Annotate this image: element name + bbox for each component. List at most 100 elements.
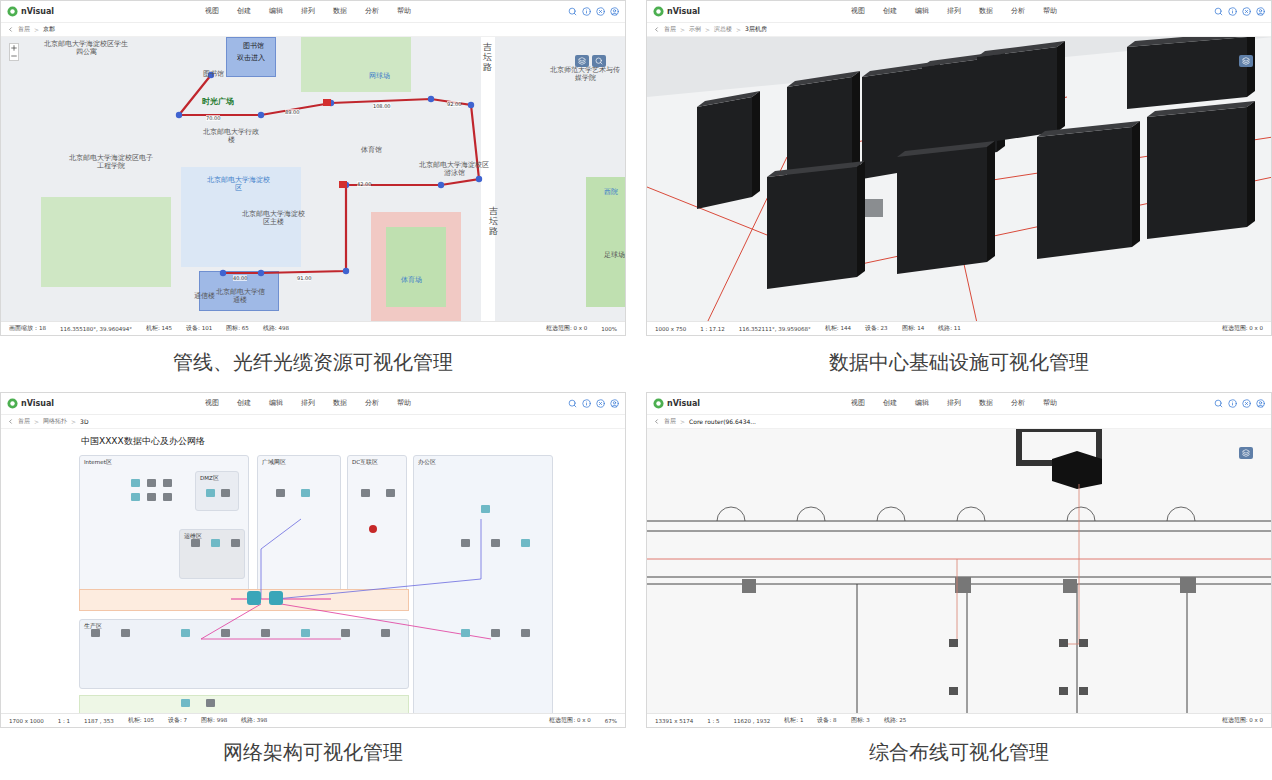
logo[interactable]: nVisual bbox=[653, 398, 843, 409]
menu-item[interactable]: 数据 bbox=[333, 399, 347, 408]
menu-item[interactable]: 视图 bbox=[851, 7, 865, 16]
device-icon[interactable] bbox=[91, 629, 100, 637]
menu-item[interactable]: 分析 bbox=[365, 7, 379, 16]
menu-item[interactable]: 帮助 bbox=[1043, 7, 1057, 16]
logo[interactable]: nVisual bbox=[653, 6, 843, 17]
info-icon[interactable] bbox=[582, 7, 591, 16]
device-icon[interactable] bbox=[163, 479, 172, 487]
outlet-icon[interactable] bbox=[1079, 687, 1088, 695]
device-icon[interactable] bbox=[211, 539, 220, 547]
menu-item[interactable]: 编辑 bbox=[915, 399, 929, 408]
menu-item[interactable]: 编辑 bbox=[269, 7, 283, 16]
device-icon[interactable] bbox=[191, 539, 200, 547]
device-icon[interactable] bbox=[261, 629, 270, 637]
back-icon[interactable] bbox=[653, 418, 660, 425]
cabinet-icon[interactable] bbox=[742, 579, 756, 593]
network-zone[interactable]: DC互联区 bbox=[347, 455, 407, 595]
core-switch-icon[interactable] bbox=[247, 591, 261, 605]
back-icon[interactable] bbox=[7, 26, 14, 33]
menu-button[interactable] bbox=[1239, 447, 1253, 459]
menu-item[interactable]: 数据 bbox=[979, 399, 993, 408]
breadcrumb-item[interactable]: 网络拓扑 bbox=[43, 417, 67, 426]
menu-item[interactable]: 排列 bbox=[947, 399, 961, 408]
route-node[interactable] bbox=[176, 112, 182, 118]
device-icon[interactable] bbox=[147, 493, 156, 501]
network-zone[interactable]: 运维区 bbox=[179, 529, 245, 579]
manhole-icon[interactable] bbox=[339, 181, 347, 188]
outlet-icon[interactable] bbox=[949, 639, 958, 647]
info-icon[interactable] bbox=[1228, 7, 1237, 16]
breadcrumb-item[interactable]: 首层 bbox=[664, 417, 676, 426]
user-icon[interactable] bbox=[610, 7, 619, 16]
manhole-icon[interactable] bbox=[323, 99, 331, 106]
device-icon[interactable] bbox=[341, 629, 350, 637]
menu-item[interactable]: 帮助 bbox=[397, 399, 411, 408]
logo[interactable]: nVisual bbox=[7, 6, 197, 17]
route-node[interactable] bbox=[258, 270, 264, 276]
cabinet-icon[interactable] bbox=[1063, 579, 1077, 593]
user-icon[interactable] bbox=[1256, 399, 1265, 408]
device-icon[interactable] bbox=[147, 479, 156, 487]
device-icon[interactable] bbox=[301, 489, 310, 497]
breadcrumb-item[interactable]: 首层 bbox=[664, 25, 676, 34]
device-icon[interactable] bbox=[206, 699, 215, 707]
rack[interactable] bbox=[977, 41, 1065, 144]
rack[interactable] bbox=[767, 161, 865, 289]
breadcrumb-item[interactable]: 首层 bbox=[18, 417, 30, 426]
route-node[interactable] bbox=[258, 112, 264, 118]
menu-item[interactable]: 排列 bbox=[301, 7, 315, 16]
device-icon[interactable] bbox=[131, 479, 140, 487]
search-icon[interactable] bbox=[568, 7, 577, 16]
menu-item[interactable]: 帮助 bbox=[397, 7, 411, 16]
outlet-icon[interactable] bbox=[1059, 687, 1068, 695]
zoom-in-icon[interactable] bbox=[10, 44, 18, 52]
menu-item[interactable]: 编辑 bbox=[915, 7, 929, 16]
route-node[interactable] bbox=[343, 268, 349, 274]
device-icon[interactable] bbox=[381, 629, 390, 637]
rack[interactable] bbox=[1147, 101, 1255, 239]
cabinet-icon[interactable] bbox=[1180, 577, 1196, 593]
core-switch-icon[interactable] bbox=[269, 591, 283, 605]
search-icon[interactable] bbox=[1214, 7, 1223, 16]
device-icon[interactable] bbox=[386, 489, 395, 497]
rack[interactable] bbox=[1127, 37, 1255, 109]
breadcrumb-item[interactable]: 3D bbox=[80, 418, 88, 425]
breadcrumb-item[interactable]: 首层 bbox=[18, 25, 30, 34]
firewall-icon[interactable] bbox=[369, 525, 377, 533]
menu-item[interactable]: 排列 bbox=[301, 399, 315, 408]
menu-button[interactable] bbox=[1239, 55, 1253, 67]
device-icon[interactable] bbox=[181, 629, 190, 637]
back-icon[interactable] bbox=[7, 418, 14, 425]
rack[interactable] bbox=[897, 141, 995, 274]
cabinet-icon[interactable] bbox=[955, 577, 971, 593]
route-node[interactable] bbox=[438, 182, 444, 188]
menu-item[interactable]: 视图 bbox=[851, 399, 865, 408]
device-icon[interactable] bbox=[491, 539, 500, 547]
breadcrumb-item[interactable]: 3层机房 bbox=[745, 25, 767, 34]
menu-item[interactable]: 创建 bbox=[883, 399, 897, 408]
close-icon[interactable] bbox=[596, 7, 605, 16]
device-icon[interactable] bbox=[206, 489, 215, 497]
zoom-out-icon[interactable] bbox=[10, 52, 18, 60]
menu-item[interactable]: 编辑 bbox=[269, 399, 283, 408]
network-diagram[interactable]: 中国XXXX数据中心及办公网络Internet区广域网区DC互联区DMZ区运维区… bbox=[1, 429, 625, 713]
menu-item[interactable]: 视图 bbox=[205, 399, 219, 408]
menu-item[interactable]: 创建 bbox=[237, 399, 251, 408]
device-icon[interactable] bbox=[491, 629, 500, 637]
menu-item[interactable]: 分析 bbox=[1011, 7, 1025, 16]
menu-item[interactable]: 创建 bbox=[883, 7, 897, 16]
outlet-icon[interactable] bbox=[1079, 639, 1088, 647]
route-node[interactable] bbox=[428, 96, 434, 102]
breadcrumb-item[interactable]: 滨总楼 bbox=[714, 25, 732, 34]
map-canvas[interactable]: 图书馆双击进入图书馆时光广场北京邮电大学海淀校区学生四公寓北京邮电大学行政楼北京… bbox=[1, 37, 625, 321]
logo[interactable]: nVisual bbox=[7, 398, 197, 409]
device-icon[interactable] bbox=[221, 629, 230, 637]
network-zone[interactable]: 办公区 bbox=[413, 455, 553, 713]
menu-item[interactable]: 排列 bbox=[947, 7, 961, 16]
route-node[interactable] bbox=[468, 102, 474, 108]
device-icon[interactable] bbox=[231, 539, 240, 547]
close-icon[interactable] bbox=[596, 399, 605, 408]
close-icon[interactable] bbox=[1242, 7, 1251, 16]
menu-item[interactable]: 帮助 bbox=[1043, 399, 1057, 408]
network-zone[interactable]: DMZ区 bbox=[195, 471, 239, 511]
